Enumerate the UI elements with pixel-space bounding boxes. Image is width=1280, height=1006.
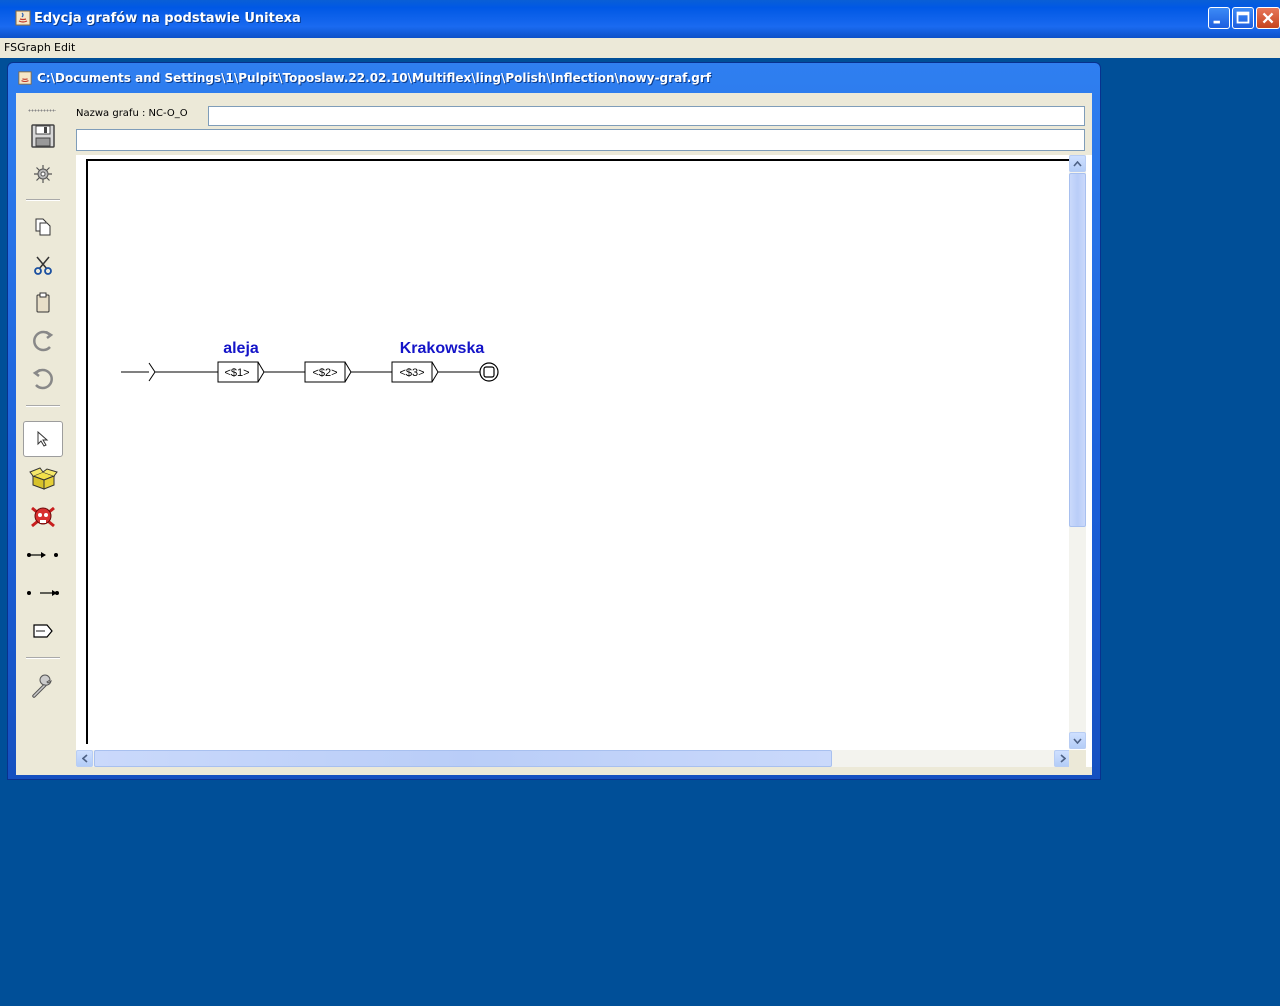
left-toolbar (16, 101, 68, 741)
scissors-icon (34, 256, 52, 275)
chevron-left-icon (81, 754, 88, 763)
close-icon (1262, 12, 1274, 24)
graph-box-2[interactable]: <$2> (304, 361, 352, 383)
undo-button[interactable] (23, 361, 63, 397)
minimize-icon (1213, 20, 1220, 24)
compile-button[interactable] (23, 156, 63, 192)
save-button[interactable] (23, 118, 63, 154)
graph-canvas-area: aleja <$1> <$2> Krakowska <$3> (76, 155, 1092, 767)
vertical-scroll-thumb[interactable] (1069, 173, 1086, 527)
box-1-output: aleja (223, 340, 259, 357)
gear-icon (34, 165, 52, 183)
app-title-bar: Edycja grafów na podstawie Unitexa (0, 0, 1280, 38)
floppy-disk-icon (31, 124, 55, 148)
graph-editor-window: C:\Documents and Settings\1\Pulpit\Topos… (7, 62, 1101, 780)
graph-window-title-bar[interactable]: C:\Documents and Settings\1\Pulpit\Topos… (8, 63, 1100, 93)
box-2-label: <$2> (312, 367, 337, 379)
paste-button[interactable] (23, 285, 63, 321)
arrow-pointer-icon (37, 430, 49, 447)
app-title: Edycja grafów na podstawie Unitexa (34, 11, 301, 26)
graph-name-label: Nazwa grafu : NC-O_O (76, 108, 188, 119)
copy-icon (35, 218, 51, 236)
box-3-label: <$3> (399, 367, 424, 379)
create-box-button[interactable] (23, 461, 63, 497)
link-backward-button[interactable] (23, 575, 63, 611)
open-subgraph-button[interactable] (23, 613, 63, 649)
close-button[interactable] (1256, 7, 1280, 29)
box-3-output: Krakowska (400, 340, 485, 357)
scroll-up-button[interactable] (1069, 155, 1086, 172)
select-tool-button[interactable] (23, 421, 63, 457)
cut-button[interactable] (23, 247, 63, 283)
open-box-icon (29, 467, 58, 490)
graph-window-title: C:\Documents and Settings\1\Pulpit\Topos… (37, 71, 712, 85)
menu-bar: FSGraph Edit (0, 38, 1280, 58)
clipboard-icon (36, 292, 50, 313)
horizontal-scroll-thumb[interactable] (94, 750, 832, 767)
vertical-scrollbar[interactable] (1069, 155, 1086, 749)
chevron-right-icon (1059, 754, 1066, 763)
horizontal-scrollbar[interactable] (76, 750, 1071, 767)
final-state[interactable] (479, 362, 499, 382)
link-backward-icon (27, 590, 59, 596)
skull-icon (31, 506, 55, 528)
menu-edit[interactable]: Edit (54, 41, 75, 54)
minimize-button[interactable] (1208, 7, 1230, 29)
toolbar-separator (26, 657, 60, 659)
toolbar-separator (26, 199, 60, 201)
delete-button[interactable] (23, 499, 63, 535)
graph-box-3[interactable]: <$3> (391, 361, 439, 383)
box-text-field[interactable] (76, 129, 1085, 151)
copy-button[interactable] (23, 209, 63, 245)
menu-fsgraph[interactable]: FSGraph (4, 41, 51, 54)
graph-box-icon (33, 624, 53, 638)
scroll-down-button[interactable] (1069, 732, 1086, 749)
java-icon (15, 10, 31, 26)
link-forward-button[interactable] (23, 537, 63, 573)
box-1-label: <$1> (224, 367, 249, 379)
initial-state[interactable] (148, 362, 156, 382)
chevron-up-icon (1073, 160, 1082, 167)
toolbar-separator (26, 405, 60, 407)
scroll-corner (1069, 750, 1086, 767)
graph-window-body: Nazwa grafu : NC-O_O aleja <$1> <$2> Kra… (16, 93, 1092, 775)
link-forward-icon (27, 552, 58, 558)
java-icon (18, 71, 32, 85)
undo-icon (32, 368, 53, 390)
toolbar-grip[interactable] (28, 109, 56, 112)
graph-canvas[interactable]: aleja <$1> <$2> Krakowska <$3> (86, 159, 1072, 744)
maximize-button[interactable] (1232, 7, 1254, 29)
graph-drawing: aleja <$1> <$2> Krakowska <$3> (121, 340, 499, 383)
redo-icon (33, 330, 54, 352)
configure-button[interactable] (23, 669, 63, 705)
chevron-down-icon (1073, 737, 1082, 744)
graph-box-1[interactable]: <$1> (217, 361, 265, 383)
scroll-left-button[interactable] (76, 750, 93, 767)
wrench-icon (32, 674, 52, 698)
maximize-icon (1236, 11, 1250, 24)
graph-name-field[interactable] (208, 106, 1085, 126)
redo-button[interactable] (23, 323, 63, 359)
